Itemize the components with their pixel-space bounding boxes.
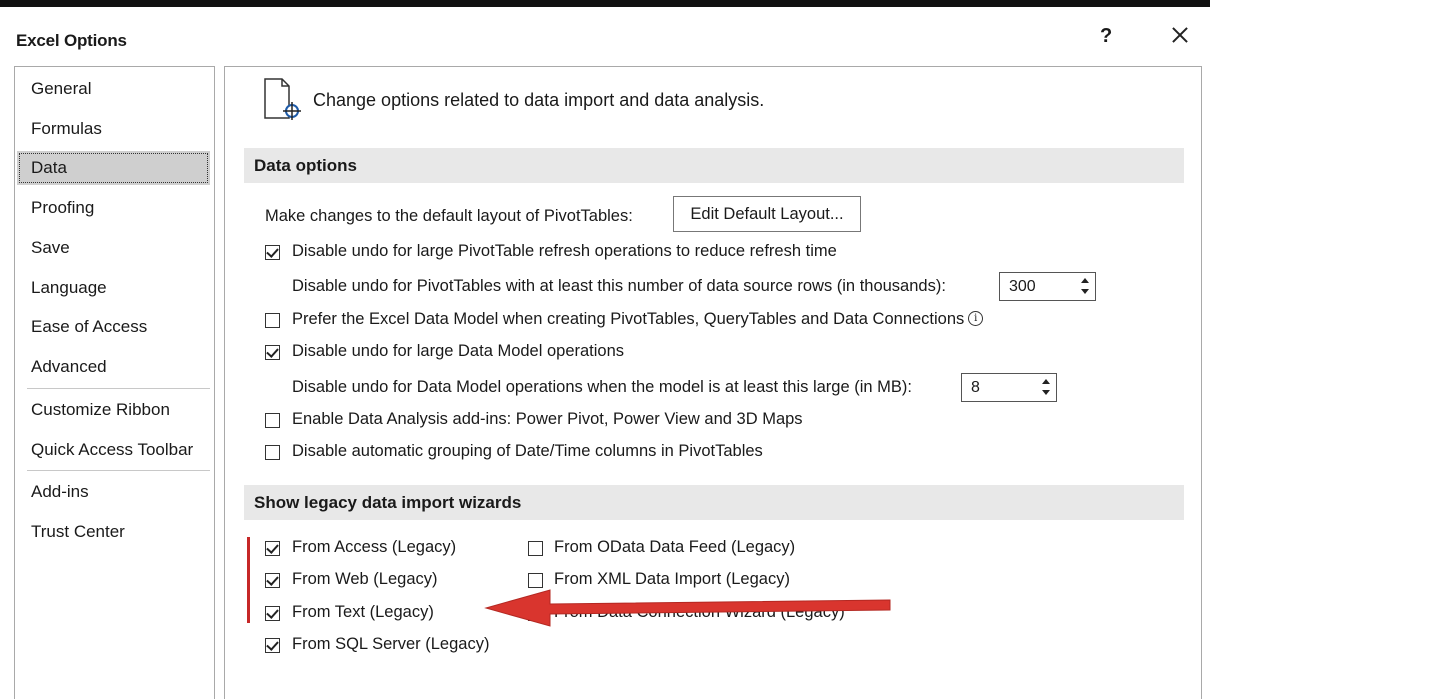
from-text-checkbox[interactable] (265, 606, 280, 621)
enable-addins-label: Enable Data Analysis add-ins: Power Pivo… (292, 410, 803, 428)
nav-item-advanced[interactable]: Advanced (17, 350, 210, 384)
category-sidebar: General Formulas Data Proofing Save Lang… (14, 66, 215, 699)
nav-item-ease-of-access[interactable]: Ease of Access (17, 310, 210, 344)
nav-item-language[interactable]: Language (17, 271, 210, 305)
undo-rows-label: Disable undo for PivotTables with at lea… (292, 277, 946, 295)
help-button[interactable]: ? (1100, 25, 1112, 48)
nav-item-formulas[interactable]: Formulas (17, 112, 210, 146)
legacy-wizards-header: Show legacy data import wizards (244, 485, 1184, 520)
from-odata-label: From OData Data Feed (Legacy) (554, 538, 796, 556)
data-options-header: Data options (244, 148, 1184, 183)
from-odata-checkbox[interactable] (528, 541, 543, 556)
title-bar: Excel Options ? (0, 7, 1210, 59)
page-description: Change options related to data import an… (313, 90, 765, 110)
from-sql-server-checkbox[interactable] (265, 638, 280, 653)
from-access-label: From Access (Legacy) (292, 538, 457, 556)
enable-addins-checkbox[interactable] (265, 413, 280, 428)
from-text-label: From Text (Legacy) (292, 603, 434, 621)
disable-undo-model-label: Disable undo for large Data Model operat… (292, 342, 625, 360)
from-web-label: From Web (Legacy) (292, 570, 438, 588)
undo-model-spinner[interactable]: 8 (961, 373, 1057, 402)
nav-item-trust-center[interactable]: Trust Center (17, 515, 210, 549)
disable-grouping-checkbox[interactable] (265, 445, 280, 460)
spinner-arrows-icon[interactable] (1081, 276, 1089, 296)
disable-undo-pivot-label: Disable undo for large PivotTable refres… (292, 242, 837, 260)
edit-default-layout-button[interactable]: Edit Default Layout... (673, 196, 861, 232)
nav-divider (27, 470, 210, 471)
top-border (0, 0, 1210, 7)
window-title: Excel Options (16, 31, 127, 50)
nav-item-save[interactable]: Save (17, 231, 210, 265)
data-options-icon (264, 78, 301, 120)
nav-item-proofing[interactable]: Proofing (17, 191, 210, 225)
pivot-layout-label: Make changes to the default layout of Pi… (265, 207, 633, 225)
disable-grouping-label: Disable automatic grouping of Date/Time … (292, 442, 763, 460)
nav-item-customize-ribbon[interactable]: Customize Ribbon (17, 393, 210, 427)
from-web-checkbox[interactable] (265, 573, 280, 588)
disable-undo-pivot-checkbox[interactable] (265, 245, 280, 260)
undo-model-value: 8 (971, 379, 980, 396)
highlight-bar (247, 537, 250, 623)
nav-item-add-ins[interactable]: Add-ins (17, 475, 210, 509)
prefer-data-model-row: Prefer the Excel Data Model when creatin… (292, 310, 984, 329)
nav-item-quick-access-toolbar[interactable]: Quick Access Toolbar (17, 433, 210, 467)
undo-model-label: Disable undo for Data Model operations w… (292, 378, 912, 396)
spinner-arrows-icon[interactable] (1042, 377, 1050, 397)
close-icon[interactable] (1166, 21, 1194, 49)
prefer-data-model-checkbox[interactable] (265, 313, 280, 328)
prefer-data-model-label: Prefer the Excel Data Model when creatin… (292, 310, 965, 328)
info-icon[interactable]: i (968, 311, 984, 326)
annotation-arrow-icon (484, 589, 891, 627)
nav-item-general[interactable]: General (17, 72, 210, 106)
from-access-checkbox[interactable] (265, 541, 280, 556)
disable-undo-model-checkbox[interactable] (265, 345, 280, 360)
edit-default-layout-label: Edit Default Layout... (690, 205, 844, 223)
nav-item-data[interactable]: Data (17, 151, 210, 185)
undo-rows-value: 300 (1009, 278, 1036, 295)
undo-rows-spinner[interactable]: 300 (999, 272, 1096, 301)
nav-divider (27, 388, 210, 389)
from-sql-server-label: From SQL Server (Legacy) (292, 635, 490, 653)
